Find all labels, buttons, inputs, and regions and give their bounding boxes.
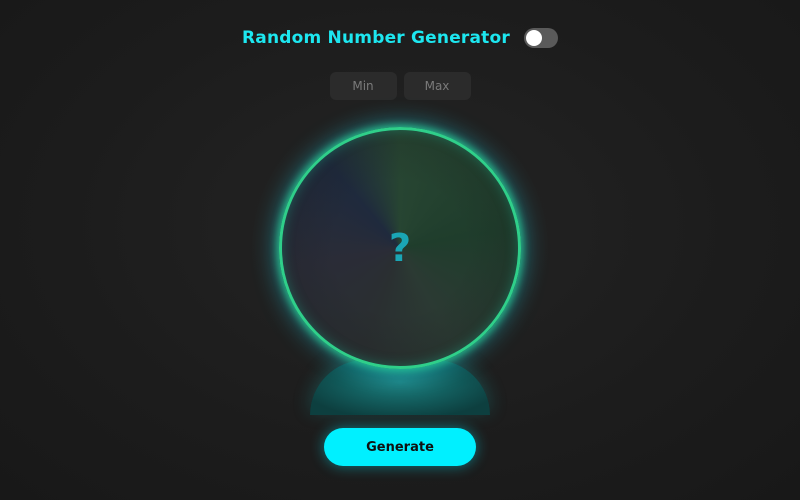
crystal-ball: ? [279,127,521,369]
result-display: ? [388,226,412,270]
max-input[interactable] [403,72,471,100]
min-input[interactable] [329,72,397,100]
app-page: Random Number Generator ? Generate [0,0,800,500]
range-inputs [0,72,800,100]
theme-toggle[interactable] [523,28,558,48]
generate-button[interactable]: Generate [324,428,476,466]
header: Random Number Generator [0,28,800,48]
page-title: Random Number Generator [242,28,510,48]
toggle-knob [525,30,542,46]
